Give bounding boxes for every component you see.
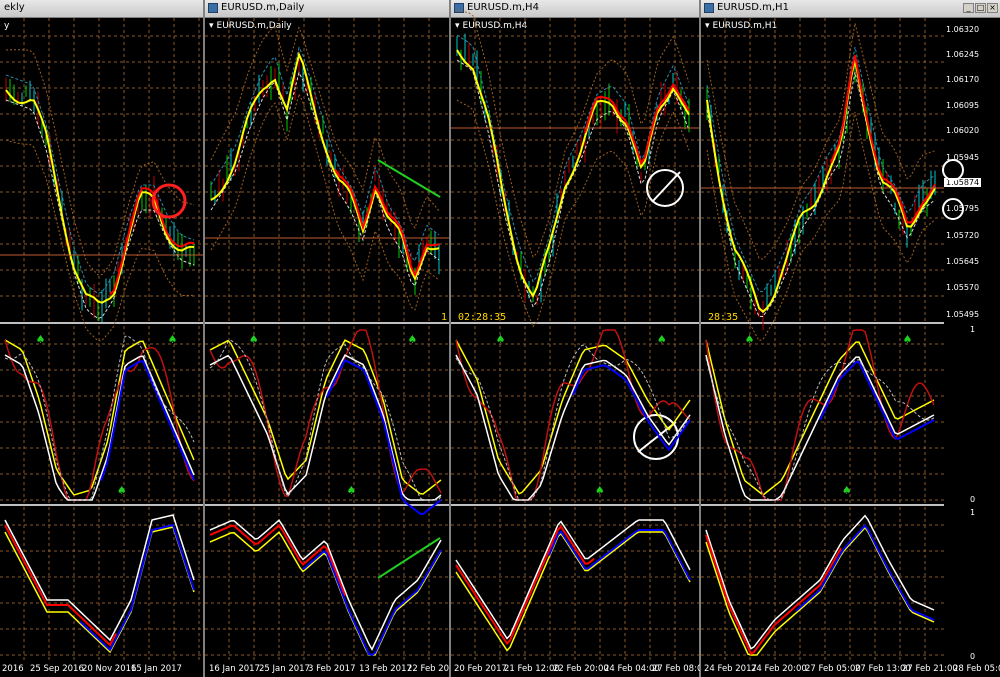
band-line [706,111,936,342]
band-line [5,49,195,276]
blue-line [795,524,935,621]
yellow-line [455,339,691,495]
white-line [209,519,442,651]
red-line [705,534,842,656]
fractal-arrow-icon: ♠ [346,484,356,497]
fractal-arrow-icon: ♠ [168,333,178,346]
yellow-line [706,59,936,314]
highlight-circle [942,159,964,181]
fractal-arrow-icon: ♠ [657,333,667,346]
highlight-circle [942,198,964,220]
fractal-arrow-icon: ♠ [117,484,127,497]
blue-line [819,361,935,441]
fractal-arrow-icon: ♠ [842,484,852,497]
fractal-arrow-icon: ♠ [496,333,506,346]
blue-line [79,523,195,652]
blue-line [100,360,195,481]
chart-canvas[interactable]: ♠ ♠ ♠ ♠ ♠ ♠ ♠ ♠ ♠ ♠ ♠ ♠ [0,0,1000,677]
fractal-arrow-icon: ♠ [249,333,259,346]
band-line [5,139,195,342]
yellow-line [5,89,195,304]
strike-line [651,171,681,203]
yellow-line [209,339,442,495]
ma-line [210,46,440,262]
fractal-arrow-icon: ♠ [36,333,46,346]
fractal-arrow-icon: ♠ [595,484,605,497]
white-line [209,354,442,501]
ma-line [5,99,195,320]
blue-line [302,549,442,657]
blue-line [548,529,691,581]
blue-line [326,358,442,516]
dashed-line [209,339,442,501]
red-line [209,523,346,597]
ma-line [706,46,936,293]
fractal-arrow-icon: ♠ [407,333,417,346]
fractal-arrow-icon: ♠ [903,333,913,346]
fractal-arrow-icon: ♠ [745,333,755,346]
dashed-line [455,344,691,501]
